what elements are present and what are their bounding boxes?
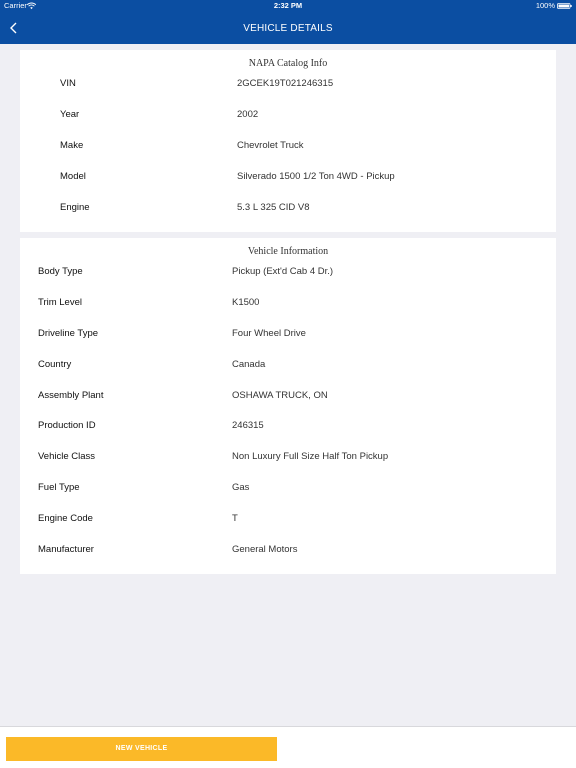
napa-catalog-title: NAPA Catalog Info — [248, 58, 328, 69]
battery-percent: 100% — [535, 1, 555, 10]
navigation-bar: VEHICLE DETAILS — [0, 12, 576, 44]
make-label: Make — [60, 140, 84, 151]
assembly-plant-label: Assembly Plant — [38, 390, 104, 401]
production-id-label: Production ID — [38, 420, 96, 431]
body-type-label: Body Type — [38, 266, 83, 277]
vehicle-class-label: Vehicle Class — [38, 451, 96, 462]
driveline-type-value: Four Wheel Drive — [232, 328, 306, 339]
new-vehicle-button[interactable]: NEW VEHICLE — [6, 737, 277, 761]
trim-level-value: K1500 — [232, 297, 260, 308]
driveline-type-label: Driveline Type — [38, 328, 99, 339]
engine-code-value: T — [232, 513, 238, 524]
engine-code-label: Engine Code — [38, 513, 93, 524]
battery-icon — [557, 3, 572, 9]
fuel-type-label: Fuel Type — [38, 482, 80, 493]
vehicle-class-value: Non Luxury Full Size Half Ton Pickup — [232, 451, 389, 462]
status-time: 2:32 PM — [273, 1, 303, 10]
manufacturer-label: Manufacturer — [38, 544, 94, 555]
assembly-plant-value: OSHAWA TRUCK, ON — [232, 390, 328, 401]
engine-label: Engine — [60, 202, 90, 213]
year-value: 2002 — [237, 109, 259, 120]
body-type-value: Pickup (Ext'd Cab 4 Dr.) — [232, 266, 334, 277]
model-label: Model — [60, 171, 86, 182]
vehicle-information-card: Vehicle Information Body Type Pickup (Ex… — [20, 238, 556, 574]
trim-level-label: Trim Level — [38, 297, 82, 308]
country-value: Canada — [232, 359, 266, 370]
production-id-value: 246315 — [232, 420, 264, 431]
make-value: Chevrolet Truck — [237, 140, 304, 151]
vin-value: 2GCEK19T021246315 — [237, 78, 334, 89]
engine-value: 5.3 L 325 CID V8 — [237, 202, 310, 213]
napa-catalog-card: NAPA Catalog Info VIN 2GCEK19T021246315 … — [20, 50, 556, 232]
year-label: Year — [60, 109, 80, 120]
status-bar: Carrier 2:32 PM 100% — [0, 0, 576, 12]
vin-label: VIN — [60, 78, 76, 89]
vehicle-information-title: Vehicle Information — [247, 246, 329, 257]
manufacturer-value: General Motors — [232, 544, 298, 555]
page-title: VEHICLE DETAILS — [243, 23, 333, 34]
footer-toolbar: NEW VEHICLE — [0, 726, 576, 768]
app-header: Carrier 2:32 PM 100% VEHICLE DETAILS — [0, 0, 576, 44]
model-value: Silverado 1500 1/2 Ton 4WD - Pickup — [237, 171, 395, 182]
country-label: Country — [38, 359, 72, 370]
fuel-type-value: Gas — [232, 482, 250, 493]
